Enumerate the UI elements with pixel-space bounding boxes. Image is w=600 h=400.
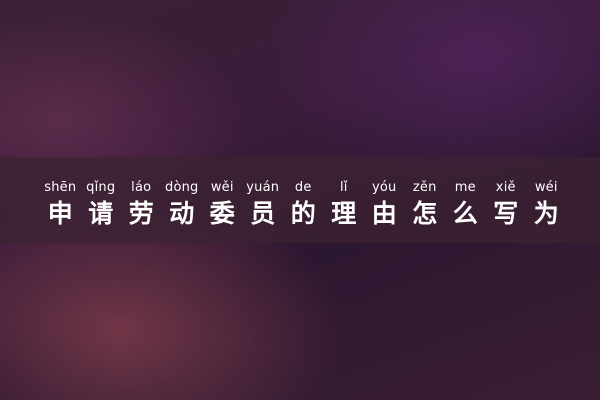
pinyin-label: wěi (210, 180, 234, 195)
title-char-unit: zěn 怎 (405, 180, 446, 230)
pinyin-label: shēn (44, 180, 77, 195)
background-image: shēn 申 qǐng 请 láo 劳 dòng 动 wěi 委 yuán 员 … (0, 0, 600, 400)
title-char-unit: wéi 为 (526, 180, 567, 230)
hanzi-character: 怎 (412, 199, 438, 228)
hanzi-character: 劳 (128, 199, 154, 228)
pinyin-label: xiě (495, 180, 516, 195)
hanzi-character: 动 (169, 199, 195, 228)
hanzi-character: 写 (493, 199, 519, 228)
pinyin-label: de (294, 180, 312, 195)
title-char-unit: de 的 (283, 180, 324, 230)
title-char-unit: láo 劳 (121, 180, 162, 230)
pinyin-label: yóu (372, 180, 397, 195)
hanzi-character: 委 (209, 199, 235, 228)
pinyin-label: yuán (246, 180, 280, 195)
hanzi-character: 请 (88, 199, 114, 228)
title-char-unit: yóu 由 (364, 180, 405, 230)
pinyin-title: shēn 申 qǐng 请 láo 劳 dòng 动 wěi 委 yuán 员 … (40, 180, 600, 230)
title-char-unit: yuán 员 (243, 180, 284, 230)
pinyin-label: qǐng (86, 180, 116, 195)
hanzi-character: 为 (533, 199, 559, 228)
title-char-unit: xiě 写 (486, 180, 527, 230)
title-char-unit: me 么 (445, 180, 486, 230)
pinyin-label: dòng (165, 180, 199, 195)
hanzi-character: 由 (371, 199, 397, 228)
title-char-unit: qǐng 请 (81, 180, 122, 230)
hanzi-character: 申 (47, 199, 73, 228)
title-char-unit: shēn 申 (40, 180, 81, 230)
hanzi-character: 理 (331, 199, 357, 228)
hanzi-character: 的 (290, 199, 316, 228)
title-char-unit: wěi 委 (202, 180, 243, 230)
pinyin-label: zěn (412, 180, 437, 195)
pinyin-label: me (454, 180, 476, 195)
pinyin-label: wéi (534, 180, 558, 195)
title-char-unit: lǐ 理 (324, 180, 365, 230)
title-char-unit: dòng 动 (162, 180, 203, 230)
pinyin-label: lǐ (339, 180, 348, 195)
hanzi-character: 员 (250, 199, 276, 228)
pinyin-label: láo (131, 180, 152, 195)
hanzi-character: 么 (452, 199, 478, 228)
